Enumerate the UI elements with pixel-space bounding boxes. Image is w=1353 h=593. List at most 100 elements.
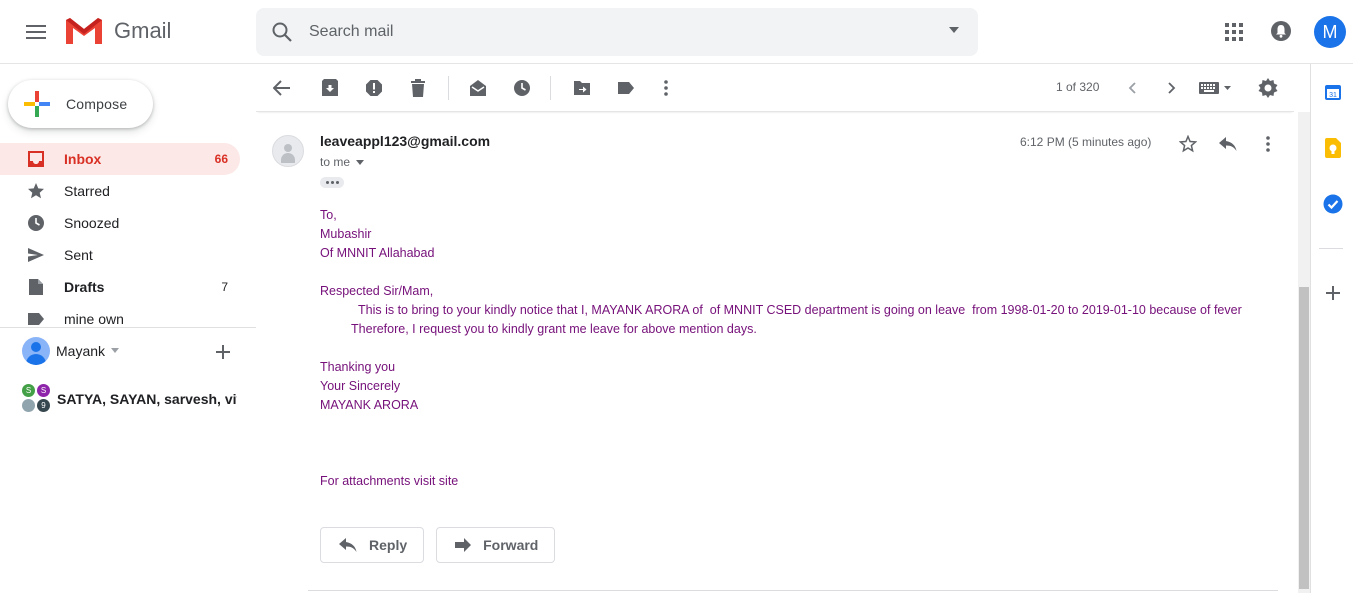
new-conversation-button[interactable]: [216, 345, 230, 359]
star-icon: [26, 181, 46, 201]
get-addons-button[interactable]: [1323, 283, 1343, 303]
tasks-button[interactable]: [1323, 194, 1343, 214]
body-line: [320, 434, 1290, 453]
delete-button[interactable]: [406, 76, 430, 100]
sidebar-nav: Inbox 66 Starred Snoozed Sent Drafts 7 m…: [0, 143, 256, 327]
sidebar-divider: [0, 327, 256, 328]
account-avatar[interactable]: M: [1314, 16, 1346, 48]
sidebar-item-starred[interactable]: Starred: [0, 175, 240, 207]
body-line: Therefore, I request you to kindly grant…: [320, 322, 757, 336]
reply-button[interactable]: [1216, 132, 1240, 156]
message-divider: [308, 590, 1278, 591]
reply-icon: [339, 538, 357, 552]
snooze-button[interactable]: [510, 76, 534, 100]
draft-count: 7: [221, 280, 228, 294]
search-bar[interactable]: [256, 8, 978, 56]
scrollbar-thumb[interactable]: [1299, 287, 1309, 589]
group-avatar: 9: [37, 399, 50, 412]
sidebar-item-drafts[interactable]: Drafts 7: [0, 271, 240, 303]
body-line: Respected Sir/Mam,: [320, 284, 434, 298]
reply-bottom-button[interactable]: Reply: [320, 527, 425, 563]
arrow-back-icon: [273, 80, 291, 96]
message-time: 6:12 PM (5 minutes ago): [1020, 135, 1152, 149]
hangouts-user[interactable]: Mayank: [22, 337, 120, 365]
gmail-logo[interactable]: Gmail: [64, 16, 171, 46]
group-chat-name: SATYA, SAYAN, sarvesh, vive: [57, 391, 237, 407]
labels-button[interactable]: [614, 76, 638, 100]
body-line: To,: [320, 208, 337, 222]
body-line: For attachments visit site: [320, 474, 459, 488]
forward-button[interactable]: Forward: [436, 527, 556, 563]
sidebar-item-snoozed[interactable]: Snoozed: [0, 207, 240, 239]
input-tools-button[interactable]: [1198, 76, 1234, 100]
recipient-details[interactable]: to me: [320, 155, 365, 169]
trash-icon: [410, 79, 426, 97]
body-line: MAYANK ARORA: [320, 398, 419, 412]
body-line: Your Sincerely: [320, 379, 401, 393]
bell-icon: [1270, 20, 1292, 42]
label-icon: [26, 309, 46, 327]
report-spam-button[interactable]: [362, 76, 386, 100]
sender-avatar[interactable]: [272, 135, 304, 167]
gmail-m-icon: [64, 16, 104, 46]
group-conversation[interactable]: S S 9 SATYA, SAYAN, sarvesh, vive: [22, 384, 237, 414]
pagination-text: 1 of 320: [1056, 80, 1100, 94]
sidebar-item-label: Snoozed: [64, 215, 120, 231]
reply-actions: Reply Forward: [320, 527, 567, 563]
more-actions-button[interactable]: [654, 76, 678, 100]
search-input[interactable]: [309, 23, 909, 41]
reply-label: Reply: [369, 537, 408, 553]
more-vert-icon: [1266, 136, 1270, 152]
clock-icon: [513, 79, 531, 97]
sidebar-item-label: Drafts: [64, 279, 105, 295]
search-icon[interactable]: [270, 20, 294, 44]
chevron-left-icon: [1128, 82, 1136, 94]
keep-button[interactable]: [1323, 138, 1343, 158]
message-more-button[interactable]: [1256, 132, 1280, 156]
clock-icon: [26, 213, 46, 233]
plus-icon: [1326, 286, 1340, 300]
compose-button[interactable]: Compose: [8, 80, 153, 128]
tasks-check-icon: [1323, 194, 1343, 214]
more-vert-icon: [664, 80, 668, 96]
sidebar-item-sent[interactable]: Sent: [0, 239, 240, 271]
sender-email[interactable]: leaveappl123@gmail.com: [320, 133, 490, 149]
side-panel: 31: [1310, 64, 1353, 593]
body-line: [320, 415, 1290, 434]
archive-button[interactable]: [318, 76, 342, 100]
move-to-button[interactable]: [570, 76, 594, 100]
back-button[interactable]: [270, 76, 294, 100]
sidebar-item-label: Starred: [64, 183, 110, 199]
unread-count: 66: [214, 152, 228, 166]
message-view: leaveappl123@gmail.com to me 6:12 PM (5 …: [256, 112, 1294, 593]
chevron-down-icon: [356, 159, 365, 165]
svg-text:31: 31: [1329, 92, 1337, 99]
report-icon: [365, 79, 383, 97]
toolbar-separator: [448, 76, 449, 100]
calendar-button[interactable]: 31: [1323, 82, 1343, 102]
mark-unread-button[interactable]: [466, 76, 490, 100]
reply-icon: [1219, 137, 1237, 151]
apps-button[interactable]: [1222, 20, 1246, 44]
draft-icon: [26, 277, 46, 297]
sidebar-item-label: Inbox: [64, 151, 102, 167]
search-options-icon[interactable]: [948, 26, 960, 34]
settings-button[interactable]: [1256, 76, 1280, 100]
sidebar-item-mine-own[interactable]: mine own: [0, 303, 240, 327]
compose-label: Compose: [66, 96, 128, 112]
newer-button[interactable]: [1120, 76, 1144, 100]
older-button[interactable]: [1160, 76, 1184, 100]
show-trimmed-content-button[interactable]: [320, 177, 344, 188]
star-button[interactable]: [1176, 132, 1200, 156]
toolbar-separator: [550, 76, 551, 100]
body-line: Mubashir: [320, 227, 372, 241]
chevron-down-icon[interactable]: [111, 348, 120, 354]
send-icon: [26, 245, 46, 265]
sidebar-item-label: Sent: [64, 247, 93, 263]
top-bar: Gmail M: [0, 0, 1353, 64]
body-line: [320, 263, 1290, 282]
notifications-button[interactable]: [1270, 20, 1292, 42]
sidebar-item-inbox[interactable]: Inbox 66: [0, 143, 240, 175]
body-line: Thanking you: [320, 360, 396, 374]
main-menu-button[interactable]: [16, 12, 56, 52]
